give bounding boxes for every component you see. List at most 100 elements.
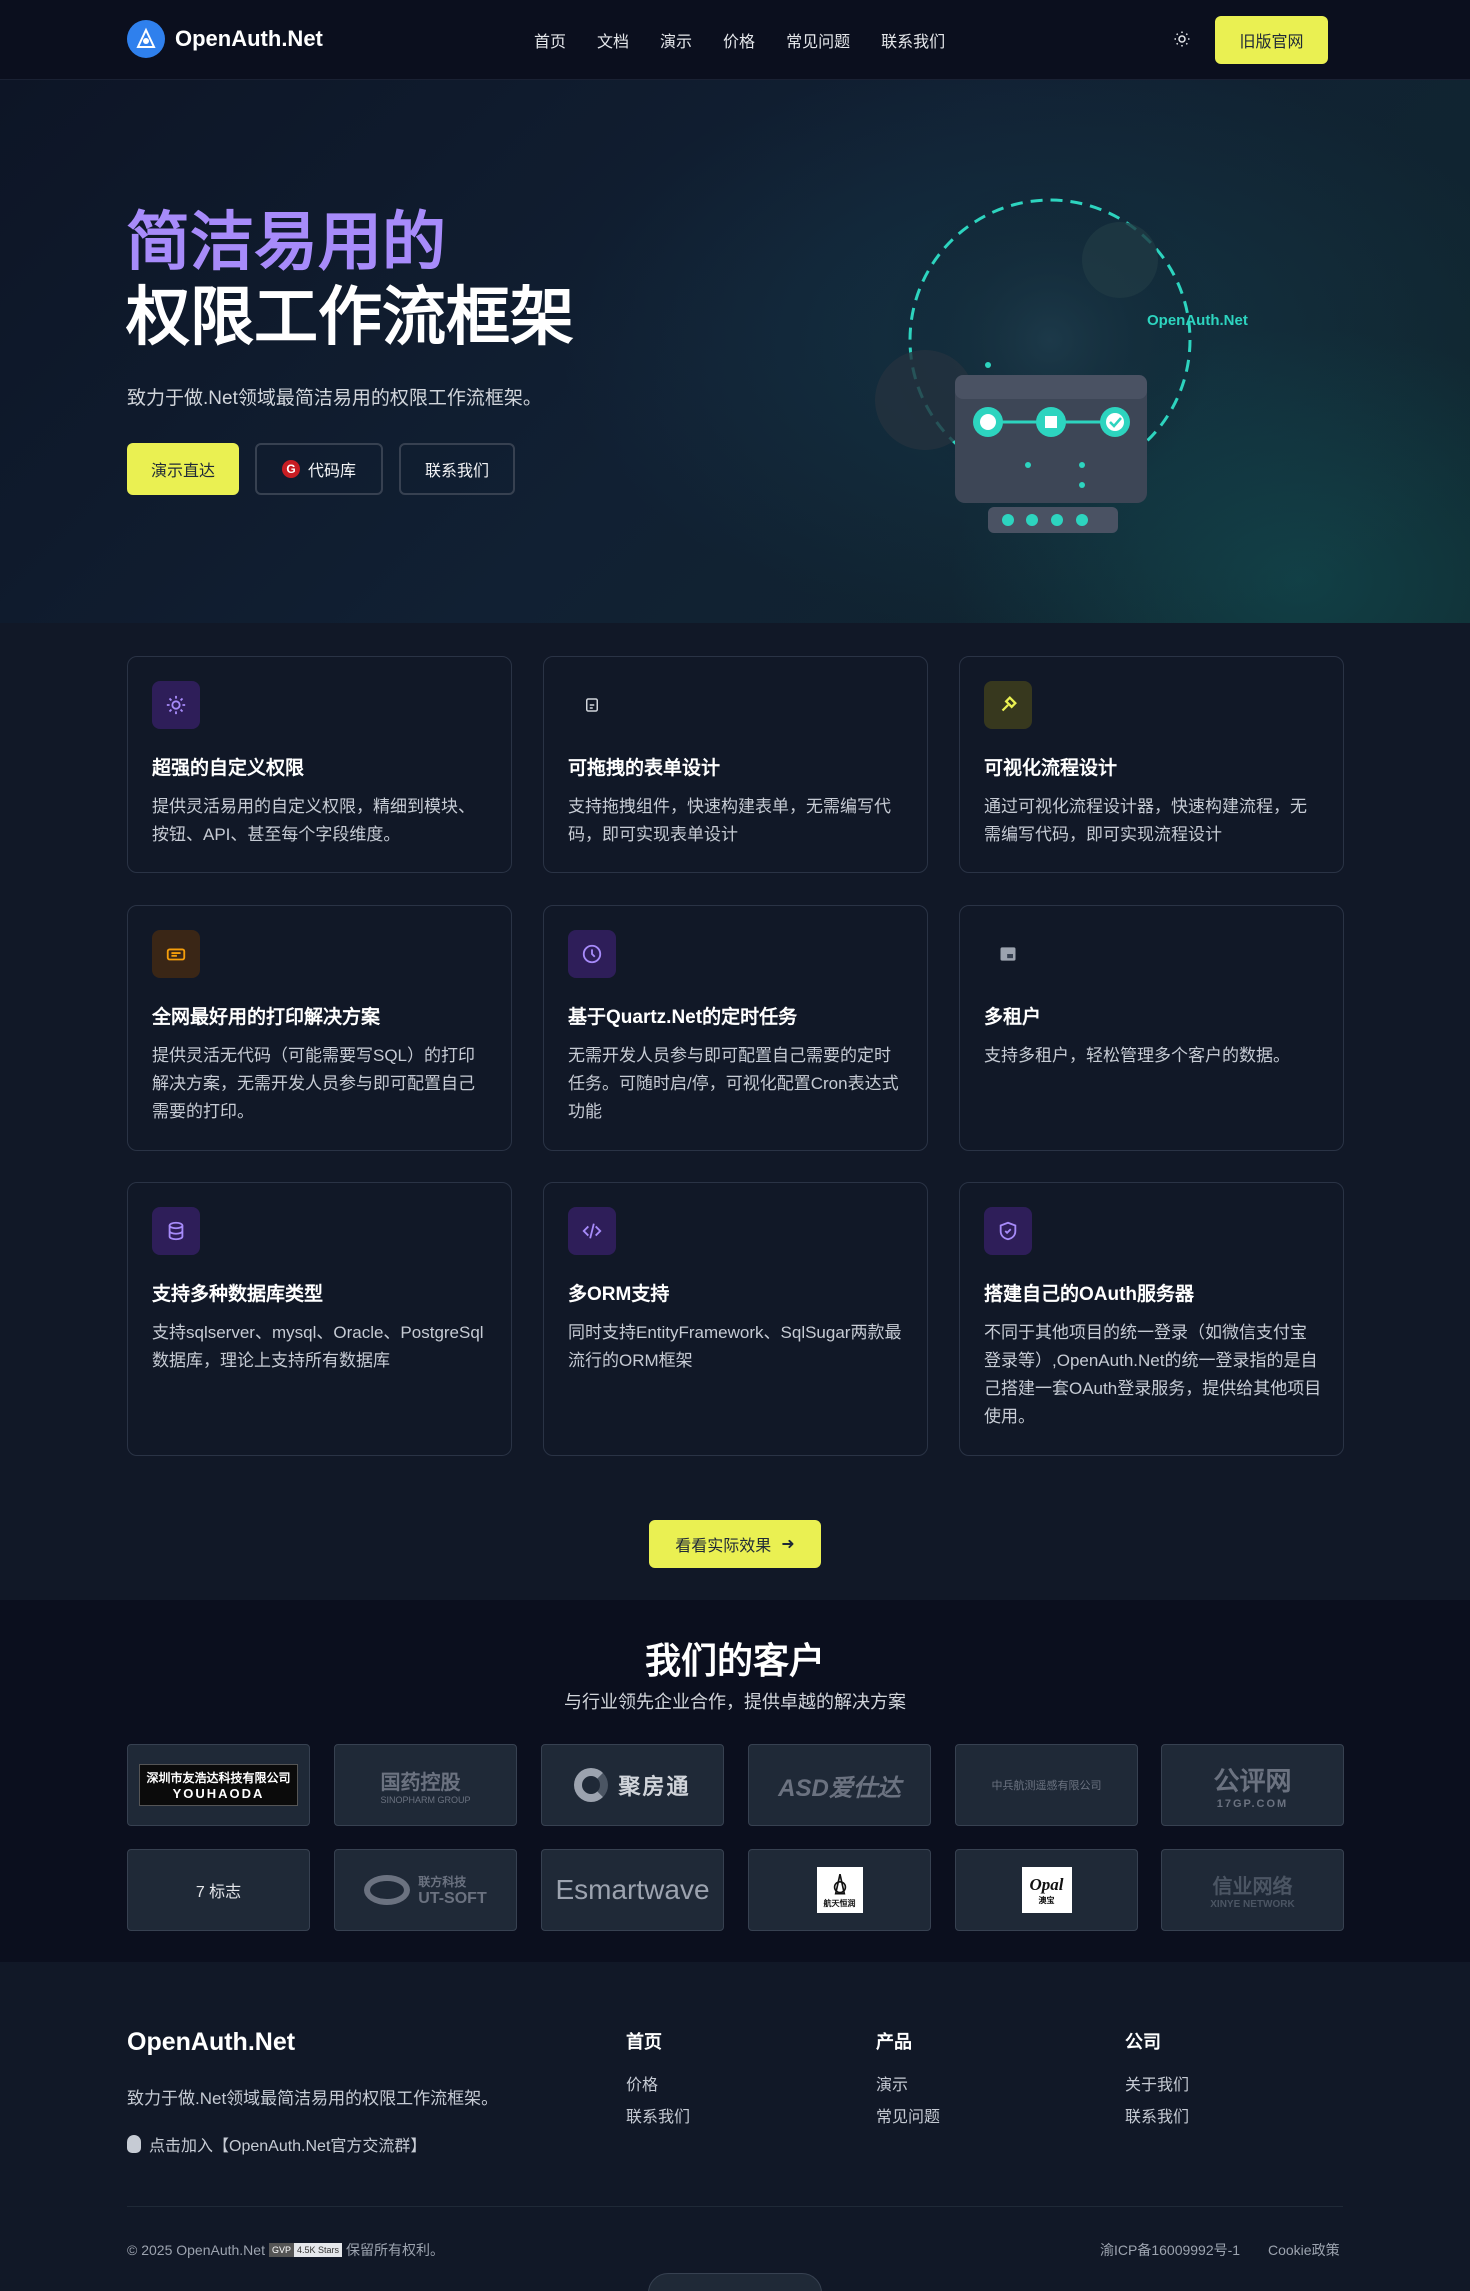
feature-title: 全网最好用的打印解决方案 (152, 1007, 381, 1028)
feature-title: 搭建自己的OAuth服务器 (984, 1284, 1195, 1305)
nav-links: 首页 文档 演示 价格 常见问题 联系我们 (534, 28, 945, 52)
hero-section: 简洁易用的 权限工作流框架 致力于做.Net领域最简洁易用的权限工作流框架。 演… (0, 80, 1470, 623)
illustration-brand-label: OpenAuth.Net (1147, 312, 1248, 329)
feature-desc: 同时支持EntityFramework、SqlSugar两款最流行的ORM框架 (568, 1323, 902, 1370)
footer-link-pricing[interactable]: 价格 (626, 2070, 690, 2102)
theme-toggle-sun-icon[interactable] (1170, 27, 1194, 51)
footer-link-faq[interactable]: 常见问题 (876, 2102, 940, 2134)
customer-logo-opal: Opal 澳宝 (955, 1849, 1138, 1931)
feature-title: 多租户 (984, 1007, 1042, 1028)
jufangtong-mark-icon (574, 1768, 609, 1802)
customer-logo-7-broken-image: 7 标志 (127, 1849, 310, 1931)
printer-icon (152, 930, 200, 978)
qq-group-label: 点击加入【OpenAuth.Net官方交流群】 (149, 2138, 427, 2155)
customer-logo-youhaoda: 深圳市友浩达科技有限公司 YOUHAODA (127, 1744, 310, 1826)
customer-logo-jufangtong: 聚房通 (541, 1744, 724, 1826)
footer-link-contact-company[interactable]: 联系我们 (1125, 2102, 1189, 2134)
feature-title: 支持多种数据库类型 (152, 1284, 324, 1305)
form-icon (568, 681, 616, 729)
footer-divider (127, 2206, 1343, 2207)
footer-column-home: 首页 价格 联系我们 (626, 2028, 690, 2134)
feature-desc: 提供灵活无代码（可能需要写SQL）的打印解决方案，无需开发人员参与即可配置自己需… (152, 1046, 476, 1121)
feature-card-orm: 多ORM支持 同时支持EntityFramework、SqlSugar两款最流行… (543, 1182, 928, 1456)
demo-button[interactable]: 演示直达 (127, 443, 239, 495)
hero-contact-button[interactable]: 联系我们 (399, 443, 515, 495)
customer-logo-asd: ASD爱仕达 (748, 1744, 931, 1826)
footer-link-about[interactable]: 关于我们 (1125, 2070, 1189, 2102)
feature-desc: 通过可视化流程设计器，快速构建流程，无需编写代码，即可实现流程设计 (984, 797, 1307, 844)
icp-link[interactable]: 渝ICP备16009992号-1 (1100, 2240, 1240, 2260)
feature-card-database: 支持多种数据库类型 支持sqlserver、mysql、Oracle、Postg… (127, 1182, 512, 1456)
feature-card-permission: 超强的自定义权限 提供灵活易用的自定义权限，精细到模块、按钮、API、甚至每个字… (127, 656, 512, 873)
nav-link-contact[interactable]: 联系我们 (881, 28, 945, 52)
footer-column-company: 公司 关于我们 联系我们 (1125, 2028, 1189, 2134)
hero-workflow-illustration: OpenAuth.Net (875, 175, 1248, 533)
nav-link-pricing[interactable]: 价格 (723, 28, 755, 52)
floating-toolbar[interactable] (648, 2273, 822, 2291)
feature-desc: 支持拖拽组件，快速构建表单，无需编写代码，即可实现表单设计 (568, 797, 891, 844)
copyright-prefix: © 2025 OpenAuth.Net (127, 2242, 265, 2258)
qq-penguin-icon (127, 2135, 141, 2153)
old-site-button[interactable]: 旧版官网 (1215, 16, 1328, 64)
brand-logo-icon (127, 20, 165, 58)
flow-icon (984, 681, 1032, 729)
feature-card-quartz: 基于Quartz.Net的定时任务 无需开发人员参与即可配置自己需要的定时任务。… (543, 905, 928, 1151)
utsoft-mark-icon (364, 1875, 411, 1905)
footer-column-title: 首页 (626, 2032, 662, 2052)
customer-logo-utsoft: 联方科技 UT-SOFT (334, 1849, 517, 1931)
nav-link-faq[interactable]: 常见问题 (786, 28, 850, 52)
qq-group-link[interactable]: 点击加入【OpenAuth.Net官方交流群】 (127, 2132, 426, 2156)
footer-column-products: 产品 演示 常见问题 (876, 2028, 940, 2134)
feature-title: 多ORM支持 (568, 1284, 670, 1305)
feature-card-tenant: 多租户 支持多租户，轻松管理多个客户的数据。 (959, 905, 1344, 1151)
clock-icon (568, 930, 616, 978)
gear-icon (152, 681, 200, 729)
nav-link-demo[interactable]: 演示 (660, 28, 692, 52)
feature-card-form: 可拖拽的表单设计 支持拖拽组件，快速构建表单，无需编写代码，即可实现表单设计 (543, 656, 928, 873)
footer-link-contact[interactable]: 联系我们 (626, 2102, 690, 2134)
feature-desc: 不同于其他项目的统一登录（如微信支付宝登录等）,OpenAuth.Net的统一登… (984, 1323, 1322, 1426)
feature-card-print: 全网最好用的打印解决方案 提供灵活无代码（可能需要写SQL）的打印解决方案，无需… (127, 905, 512, 1151)
copyright-suffix: 保留所有权利。 (346, 2242, 445, 2258)
customer-logo-17gp: 公评网 17GP.COM (1161, 1744, 1344, 1826)
customer-logo-esmartwave: Esmartwave (541, 1849, 724, 1931)
feature-desc: 提供灵活易用的自定义权限，精细到模块、按钮、API、甚至每个字段维度。 (152, 797, 475, 844)
feature-desc: 无需开发人员参与即可配置自己需要的定时任务。可随时启/停，可视化配置Cron表达… (568, 1046, 899, 1121)
hero-title-line2: 权限工作流框架 (126, 281, 574, 353)
feature-desc: 支持sqlserver、mysql、Oracle、PostgreSql数据库，理… (152, 1323, 484, 1370)
database-icon (152, 1207, 200, 1255)
gitee-icon: G (281, 460, 300, 478)
see-demo-button[interactable]: 看看实际效果 ➜ (649, 1520, 821, 1568)
brand-logo[interactable]: OpenAuth.Net (127, 20, 323, 58)
code-repo-button[interactable]: G 代码库 (255, 443, 383, 495)
customers-section: 我们的客户 与行业领先企业合作，提供卓越的解决方案 深圳市友浩达科技有限公司 Y… (0, 1600, 1470, 1962)
feature-title: 基于Quartz.Net的定时任务 (568, 1007, 798, 1028)
copyright: © 2025 OpenAuth.Net GVP 4.5K Stars 保留所有权… (127, 2240, 444, 2260)
feature-title: 可拖拽的表单设计 (568, 758, 721, 779)
feature-card-flow: 可视化流程设计 通过可视化流程设计器，快速构建流程，无需编写代码，即可实现流程设… (959, 656, 1344, 873)
footer: OpenAuth.Net 致力于做.Net领域最简洁易用的权限工作流框架。 点击… (0, 1962, 1470, 2291)
gvp-badge-stars: 4.5K Stars (293, 2243, 343, 2257)
customer-logo-xinye: 信业网络 XINYE NETWORK (1161, 1849, 1344, 1931)
feature-desc: 支持多租户，轻松管理多个客户的数据。 (984, 1046, 1290, 1065)
customers-subtitle: 与行业领先企业合作，提供卓越的解决方案 (564, 1692, 906, 1712)
nav-link-docs[interactable]: 文档 (597, 28, 629, 52)
shield-icon (984, 1207, 1032, 1255)
top-navbar: OpenAuth.Net 首页 文档 演示 价格 常见问题 联系我们 旧版官网 (0, 0, 1470, 80)
cookie-policy-link[interactable]: Cookie政策 (1268, 2240, 1340, 2260)
brand-name: OpenAuth.Net (175, 26, 323, 51)
gvp-stars-badge[interactable]: GVP 4.5K Stars (268, 2243, 343, 2257)
see-demo-label: 看看实际效果 (675, 1538, 772, 1555)
arrow-right-icon: ➜ (781, 1536, 795, 1553)
nav-link-home[interactable]: 首页 (534, 28, 566, 52)
code-icon (568, 1207, 616, 1255)
customer-logo-hangtian: 航天恒润 (748, 1849, 931, 1931)
footer-brand: OpenAuth.Net (127, 2028, 296, 2056)
footer-link-demo[interactable]: 演示 (876, 2070, 940, 2102)
customer-logo-zhongbing: 中兵航测遥感有限公司 (955, 1744, 1138, 1826)
feature-title: 超强的自定义权限 (152, 758, 305, 779)
hero-title-line1: 简洁易用的 (126, 206, 446, 278)
footer-description: 致力于做.Net领域最简洁易用的权限工作流框架。 (127, 2089, 499, 2108)
gvp-badge-label: GVP (268, 2243, 294, 2257)
tenant-icon (984, 930, 1032, 978)
